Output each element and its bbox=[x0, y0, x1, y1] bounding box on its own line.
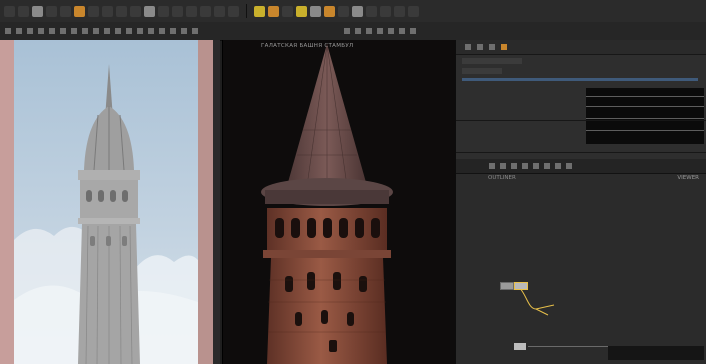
preview-line bbox=[586, 130, 704, 131]
proportional-icon[interactable] bbox=[104, 28, 110, 34]
view-icon[interactable] bbox=[5, 28, 11, 34]
select-icon[interactable] bbox=[88, 5, 99, 17]
redo-icon[interactable] bbox=[60, 5, 71, 17]
sun-icon[interactable] bbox=[254, 5, 265, 17]
paint-icon[interactable] bbox=[324, 5, 335, 17]
properties-header bbox=[456, 40, 706, 55]
measure-icon[interactable] bbox=[159, 28, 165, 34]
material-icon[interactable] bbox=[200, 5, 211, 17]
sphere-icon[interactable] bbox=[310, 5, 321, 17]
snap-toggle-icon[interactable] bbox=[82, 28, 88, 34]
viewport-label: ГАЛАТСКАЯ БАШНЯ СТАМБУЛ bbox=[261, 43, 354, 49]
preview-line bbox=[586, 106, 704, 107]
reference-viewport[interactable] bbox=[0, 40, 220, 364]
keyframe-icon[interactable] bbox=[268, 5, 279, 17]
file-icon[interactable] bbox=[4, 5, 15, 17]
status-corner bbox=[608, 346, 704, 360]
star-icon[interactable] bbox=[296, 5, 307, 17]
light-icon[interactable] bbox=[172, 5, 183, 17]
node-links bbox=[511, 284, 555, 316]
open-icon[interactable] bbox=[18, 5, 29, 17]
properties-tab-icon[interactable] bbox=[465, 44, 471, 50]
script-icon[interactable] bbox=[394, 5, 405, 17]
panel-splitter[interactable] bbox=[213, 40, 220, 364]
settings-icon[interactable] bbox=[408, 5, 419, 17]
physics-icon[interactable] bbox=[366, 5, 377, 17]
secondary-toolbar bbox=[0, 22, 706, 41]
render-preview-icon[interactable] bbox=[410, 28, 416, 34]
reference-tower-illustration bbox=[14, 64, 198, 364]
reference-sky bbox=[14, 40, 198, 364]
property-field[interactable] bbox=[462, 68, 502, 74]
3d-viewport[interactable]: ГАЛАТСКАЯ БАШНЯ СТАМБУЛ bbox=[222, 40, 455, 364]
selection-highlight bbox=[462, 78, 698, 81]
gizmo-icon[interactable] bbox=[60, 28, 66, 34]
object-tab-icon[interactable] bbox=[477, 44, 483, 50]
snap-icon[interactable] bbox=[144, 5, 155, 17]
xray-icon[interactable] bbox=[71, 28, 77, 34]
wire-icon[interactable] bbox=[27, 28, 33, 34]
node-icon[interactable] bbox=[338, 5, 349, 17]
viewport-controls bbox=[339, 28, 421, 34]
toolbar-divider bbox=[246, 4, 247, 18]
preview-line bbox=[586, 96, 704, 97]
camera-icon[interactable] bbox=[186, 5, 197, 17]
side-view-icon[interactable] bbox=[377, 28, 383, 34]
pivot-icon[interactable] bbox=[93, 28, 99, 34]
preview-line bbox=[586, 118, 704, 119]
toolbar-group-right bbox=[250, 5, 423, 17]
toolbar-group-left bbox=[0, 5, 243, 17]
input-node[interactable] bbox=[500, 282, 514, 290]
mirror-icon[interactable] bbox=[148, 28, 154, 34]
persp-icon[interactable] bbox=[344, 28, 350, 34]
curve-icon[interactable] bbox=[228, 5, 239, 17]
texture-icon[interactable] bbox=[352, 5, 363, 17]
move-icon[interactable] bbox=[102, 5, 113, 17]
selected-node[interactable] bbox=[514, 282, 528, 290]
render-icon[interactable] bbox=[74, 5, 85, 17]
frame-icon[interactable] bbox=[399, 28, 405, 34]
grid-icon[interactable] bbox=[158, 5, 169, 17]
timeline-track bbox=[528, 346, 610, 347]
preview-swatch bbox=[586, 88, 704, 144]
local-icon[interactable] bbox=[115, 28, 121, 34]
play-icon[interactable] bbox=[282, 5, 293, 17]
rotate-icon[interactable] bbox=[116, 5, 127, 17]
scale-icon[interactable] bbox=[130, 5, 141, 17]
node-editor[interactable]: OUTLINER VIEWER bbox=[455, 159, 706, 364]
overlay-icon[interactable] bbox=[49, 28, 55, 34]
timeline-slider[interactable] bbox=[514, 343, 610, 350]
particle-icon[interactable] bbox=[380, 5, 391, 17]
annotate-icon[interactable] bbox=[170, 28, 176, 34]
panel-divider bbox=[456, 152, 706, 153]
timeline-handle[interactable] bbox=[514, 343, 526, 350]
add-icon[interactable] bbox=[192, 28, 198, 34]
cursor-icon[interactable] bbox=[181, 28, 187, 34]
shading-icon[interactable] bbox=[16, 28, 22, 34]
main-toolbar bbox=[0, 0, 706, 23]
modifier-tab-icon[interactable] bbox=[489, 44, 495, 50]
camera-view-icon[interactable] bbox=[388, 28, 394, 34]
view-tools bbox=[0, 28, 203, 34]
front-view-icon[interactable] bbox=[366, 28, 372, 34]
solid-icon[interactable] bbox=[38, 28, 44, 34]
tower-model-render bbox=[261, 43, 393, 364]
normal-icon[interactable] bbox=[137, 28, 143, 34]
mesh-icon[interactable] bbox=[214, 5, 225, 17]
undo-icon[interactable] bbox=[46, 5, 57, 17]
top-view-icon[interactable] bbox=[355, 28, 361, 34]
property-field[interactable] bbox=[462, 58, 522, 64]
panel-divider bbox=[456, 120, 706, 121]
save-icon[interactable] bbox=[32, 5, 43, 17]
global-icon[interactable] bbox=[126, 28, 132, 34]
material-tab-icon[interactable] bbox=[501, 44, 507, 50]
